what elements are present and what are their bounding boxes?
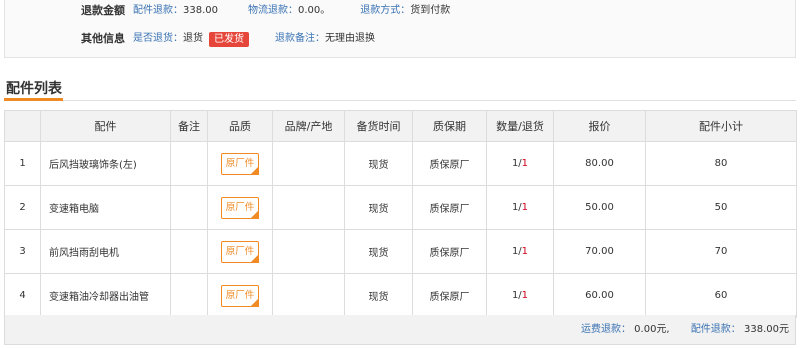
shipping-refund-value: 0.00元,	[634, 324, 670, 335]
refund-amount-row: 退款金额 配件退款： 338.00 物流退款： 0.00。 退款方式： 货到付款	[5, 0, 480, 22]
subtotal: 80	[645, 141, 797, 186]
is-returned-value: 退货	[183, 33, 203, 44]
parts-refund-value: 338.00	[183, 5, 218, 16]
table-header-row: 配件 备注 品质 品牌/产地 备货时间 质保期 数量/退货 报价 配件小计	[4, 110, 797, 142]
header-price: 报价	[553, 110, 646, 142]
row-index: 4	[4, 273, 41, 318]
is-returned-label: 是否退货：	[133, 33, 183, 44]
price: 60.00	[553, 273, 646, 318]
parts-refund-total-label: 配件退款：	[690, 324, 741, 335]
return-qty-value: 1	[521, 246, 529, 257]
return-qty-value: 1	[521, 202, 529, 213]
checkmark-corner-icon	[250, 165, 259, 175]
refund-method-label: 退款方式：	[360, 5, 411, 16]
brand-origin	[272, 185, 345, 230]
warranty: 质保原厂	[412, 141, 487, 186]
brand-origin	[272, 141, 345, 186]
checkmark-corner-icon	[250, 253, 259, 263]
section-title-accent	[4, 98, 63, 101]
header-subtotal: 配件小计	[645, 110, 797, 142]
warranty: 质保原厂	[412, 185, 487, 230]
header-stock-time: 备货时间	[344, 110, 413, 142]
refund-method-value: 货到付款	[410, 5, 451, 16]
parts-table: 配件 备注 品质 品牌/产地 备货时间 质保期 数量/退货 报价 配件小计 1 …	[4, 110, 797, 318]
parts-refund-label: 配件退款：	[133, 5, 183, 16]
quality-cell: 原厂件	[207, 185, 273, 230]
qty-value: 1/	[511, 158, 522, 169]
warranty: 质保原厂	[412, 229, 487, 274]
brand-origin	[272, 273, 345, 318]
part-note	[170, 185, 208, 230]
subtotal: 50	[645, 185, 797, 230]
brand-origin	[272, 229, 345, 274]
qty-return: 1/1	[486, 141, 554, 186]
quality-cell: 原厂件	[207, 141, 273, 186]
subtotal: 70	[645, 229, 797, 274]
refund-note-label: 退款备注：	[275, 33, 325, 44]
quality-cell: 原厂件	[207, 273, 273, 318]
price: 80.00	[553, 141, 646, 186]
part-name: 前风挡雨刮电机	[40, 229, 171, 274]
stock-time: 现货	[344, 273, 413, 318]
return-qty-value: 1	[521, 290, 529, 301]
refund-amount-label: 退款金额	[81, 4, 125, 17]
stock-time: 现货	[344, 185, 413, 230]
qty-value: 1/	[511, 202, 522, 213]
header-part: 配件	[40, 110, 171, 142]
part-name: 后风挡玻璃饰条(左)	[40, 141, 171, 186]
shipping-refund-label: 运费退款：	[580, 324, 631, 335]
part-name: 变速箱油冷却器出油管	[40, 273, 171, 318]
table-row: 3 前风挡雨刮电机 原厂件 现货 质保原厂 1/1 70.00 70	[4, 229, 797, 274]
table-row: 2 变速箱电脑 原厂件 现货 质保原厂 1/1 50.00 50	[4, 185, 797, 230]
qty-return: 1/1	[486, 229, 554, 274]
qty-return: 1/1	[486, 185, 554, 230]
header-quality: 品质	[207, 110, 273, 142]
parts-list-title: 配件列表	[6, 81, 62, 97]
stock-time: 现货	[344, 229, 413, 274]
header-warranty: 质保期	[412, 110, 487, 142]
oem-quality-tag: 原厂件	[221, 152, 259, 175]
oem-quality-tag: 原厂件	[221, 240, 259, 263]
stock-time: 现货	[344, 141, 413, 186]
refund-summary-text: 运费退款： 0.00元, 配件退款： 338.00元	[581, 315, 789, 345]
header-note: 备注	[170, 110, 208, 142]
section-divider	[4, 100, 796, 101]
table-row: 1 后风挡玻璃饰条(左) 原厂件 现货 质保原厂 1/1 80.00 80	[4, 141, 797, 186]
logistics-refund-value: 0.00。	[298, 5, 331, 16]
other-info-label: 其他信息	[81, 32, 125, 45]
price: 50.00	[553, 185, 646, 230]
row-index: 1	[4, 141, 41, 186]
other-info-row: 其他信息 是否退货： 退货 已发货 退款备注： 无理由退换	[5, 28, 405, 50]
warranty: 质保原厂	[412, 273, 487, 318]
quality-cell: 原厂件	[207, 229, 273, 274]
qty-return: 1/1	[486, 273, 554, 318]
header-qty-return: 数量/退货	[486, 110, 554, 142]
qty-value: 1/	[511, 246, 522, 257]
qty-value: 1/	[511, 290, 522, 301]
subtotal: 60	[645, 273, 797, 318]
refund-note-value: 无理由退换	[325, 33, 375, 44]
part-note	[170, 141, 208, 186]
checkmark-corner-icon	[250, 297, 259, 307]
part-note	[170, 229, 208, 274]
oem-quality-tag: 原厂件	[221, 284, 259, 307]
refund-summary-footer: 运费退款： 0.00元, 配件退款： 338.00元	[4, 315, 796, 345]
refund-info-panel: 退款金额 配件退款： 338.00 物流退款： 0.00。 退款方式： 货到付款…	[4, 0, 796, 58]
price: 70.00	[553, 229, 646, 274]
part-note	[170, 273, 208, 318]
header-index	[4, 110, 41, 142]
header-brand-origin: 品牌/产地	[272, 110, 345, 142]
checkmark-corner-icon	[250, 209, 259, 219]
shipped-status-badge: 已发货	[209, 31, 249, 47]
logistics-refund-label: 物流退款：	[248, 5, 298, 16]
oem-quality-tag: 原厂件	[221, 196, 259, 219]
parts-refund-total-value: 338.00元	[744, 324, 789, 335]
part-name: 变速箱电脑	[40, 185, 171, 230]
row-index: 3	[4, 229, 41, 274]
return-qty-value: 1	[521, 158, 529, 169]
row-index: 2	[4, 185, 41, 230]
table-row: 4 变速箱油冷却器出油管 原厂件 现货 质保原厂 1/1 60.00 60	[4, 273, 797, 318]
